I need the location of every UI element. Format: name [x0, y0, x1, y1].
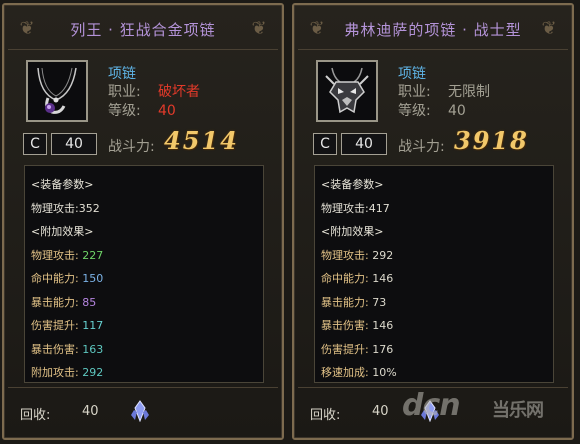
- item-title: 列王 · 狂战合金项链: [70, 20, 216, 39]
- title-bar: ❦ 列王 · 狂战合金项链 ❦: [8, 9, 278, 50]
- necklace-icon: [37, 67, 77, 114]
- grade-level: 40: [341, 133, 387, 155]
- bonus-stat-value: 176: [368, 342, 394, 356]
- footer: 回收: 40: [8, 387, 278, 434]
- bonus-stat: 附加攻击: 292: [31, 366, 103, 380]
- grade-badge: C: [313, 133, 337, 155]
- grade-level: 40: [51, 133, 97, 155]
- bonus-stat: 暴击能力: 73: [321, 296, 386, 310]
- stats-section-header: <装备参数>: [321, 178, 384, 191]
- item-icon-frame[interactable]: [26, 60, 88, 122]
- ornament-icon: ❦: [541, 18, 557, 39]
- bonus-stat-name: 暴击能力:: [321, 295, 369, 309]
- bonus-stat-value: 292: [78, 366, 104, 379]
- bonus-stat-value: 117: [78, 319, 104, 332]
- stats-section-header: <附加效果>: [31, 225, 94, 238]
- bonus-stat-value: 10%: [368, 366, 397, 379]
- item-title: 弗林迪萨的项链 · 战士型: [344, 20, 522, 39]
- stats-box: <装备参数> 物理攻击:352 <附加效果> 物理攻击: 227 命中能力: 150 暴击…: [24, 165, 264, 383]
- recycle-label: 回收:: [310, 408, 341, 423]
- crystal-icon: [131, 400, 149, 422]
- class-row: 职业: 破坏者: [108, 84, 200, 100]
- recycle-label: 回收:: [20, 408, 51, 423]
- watermark: dcn 当乐网: [402, 388, 544, 423]
- bonus-stat-value: 150: [78, 272, 104, 285]
- bonus-stat-name: 命中能力:: [321, 272, 369, 285]
- item-type: 项链: [108, 66, 136, 82]
- bonus-stat: 暴击能力: 85: [31, 296, 96, 310]
- skull-amulet-icon: [325, 67, 369, 114]
- bonus-stat-name: 暴击能力:: [31, 295, 79, 309]
- title-bar: ❦ 弗林迪萨的项链 · 战士型 ❦: [298, 9, 568, 50]
- stats-box: <装备参数> 物理攻击:417 <附加效果> 物理攻击: 292 命中能力: 146 暴击…: [314, 165, 554, 383]
- item-tooltip-left: ❦ 列王 · 狂战合金项链 ❦ 项链 职业: 破坏者 等级: 40 C 40 战…: [2, 3, 284, 440]
- bonus-stat: 物理攻击: 227: [31, 249, 103, 263]
- bonus-stat-value: 85: [78, 295, 97, 309]
- bonus-stat-name: 暴击伤害:: [31, 342, 79, 356]
- bonus-stat-value: 292: [368, 248, 394, 262]
- recycle-value: 40: [82, 404, 99, 419]
- level-row: 等级: 40: [108, 103, 176, 119]
- bonus-stat-value: 146: [368, 272, 394, 285]
- bonus-stat-name: 伤害提升:: [321, 342, 369, 356]
- ornament-icon: ❦: [19, 18, 35, 39]
- bonus-stat-name: 物理攻击:: [321, 248, 369, 262]
- bonus-stat: 暴击伤害: 163: [31, 343, 103, 357]
- power-label: 战斗力:: [398, 139, 445, 155]
- bonus-stat: 物理攻击: 292: [321, 249, 393, 263]
- bonus-stat-name: 暴击伤害:: [321, 319, 369, 332]
- bonus-stat: 伤害提升: 117: [31, 319, 103, 333]
- level-row: 等级: 40: [398, 103, 466, 119]
- power-label: 战斗力:: [108, 139, 155, 155]
- ornament-icon: ❦: [309, 18, 325, 39]
- recycle-value: 40: [372, 404, 389, 419]
- ornament-icon: ❦: [251, 18, 267, 39]
- bonus-stat-value: 163: [78, 342, 104, 356]
- power-value: 4514: [164, 126, 239, 155]
- level-value: 40: [448, 103, 466, 119]
- item-type: 项链: [398, 66, 426, 82]
- bonus-stat-name: 伤害提升:: [31, 319, 79, 332]
- base-stat: 物理攻击:352: [31, 201, 100, 215]
- grade-badge: C: [23, 133, 47, 155]
- power-value: 3918: [454, 126, 529, 155]
- base-stat: 物理攻击:417: [321, 201, 390, 215]
- stats-section-header: <附加效果>: [321, 225, 384, 238]
- bonus-stat: 移速加成: 10%: [321, 366, 397, 380]
- item-icon-frame[interactable]: [316, 60, 378, 122]
- bonus-stat-name: 移速加成:: [321, 366, 369, 379]
- bonus-stat-name: 附加攻击:: [31, 366, 79, 379]
- class-value: 破坏者: [158, 84, 200, 100]
- item-tooltip-right: ❦ 弗林迪萨的项链 · 战士型 ❦ 项链 职业: 无限制 等级: 40 C 40…: [292, 3, 574, 440]
- stats-section-header: <装备参数>: [31, 178, 94, 191]
- bonus-stat-value: 227: [78, 248, 104, 262]
- bonus-stat: 命中能力: 146: [321, 272, 393, 286]
- level-value: 40: [158, 103, 176, 119]
- bonus-stat: 命中能力: 150: [31, 272, 103, 286]
- bonus-stat: 暴击伤害: 146: [321, 319, 393, 333]
- bonus-stat: 伤害提升: 176: [321, 343, 393, 357]
- bonus-stat-name: 物理攻击:: [31, 248, 79, 262]
- class-value: 无限制: [448, 84, 490, 100]
- bonus-stat-value: 146: [368, 319, 394, 332]
- class-row: 职业: 无限制: [398, 84, 490, 100]
- bonus-stat-name: 命中能力:: [31, 272, 79, 285]
- bonus-stat-value: 73: [368, 295, 387, 309]
